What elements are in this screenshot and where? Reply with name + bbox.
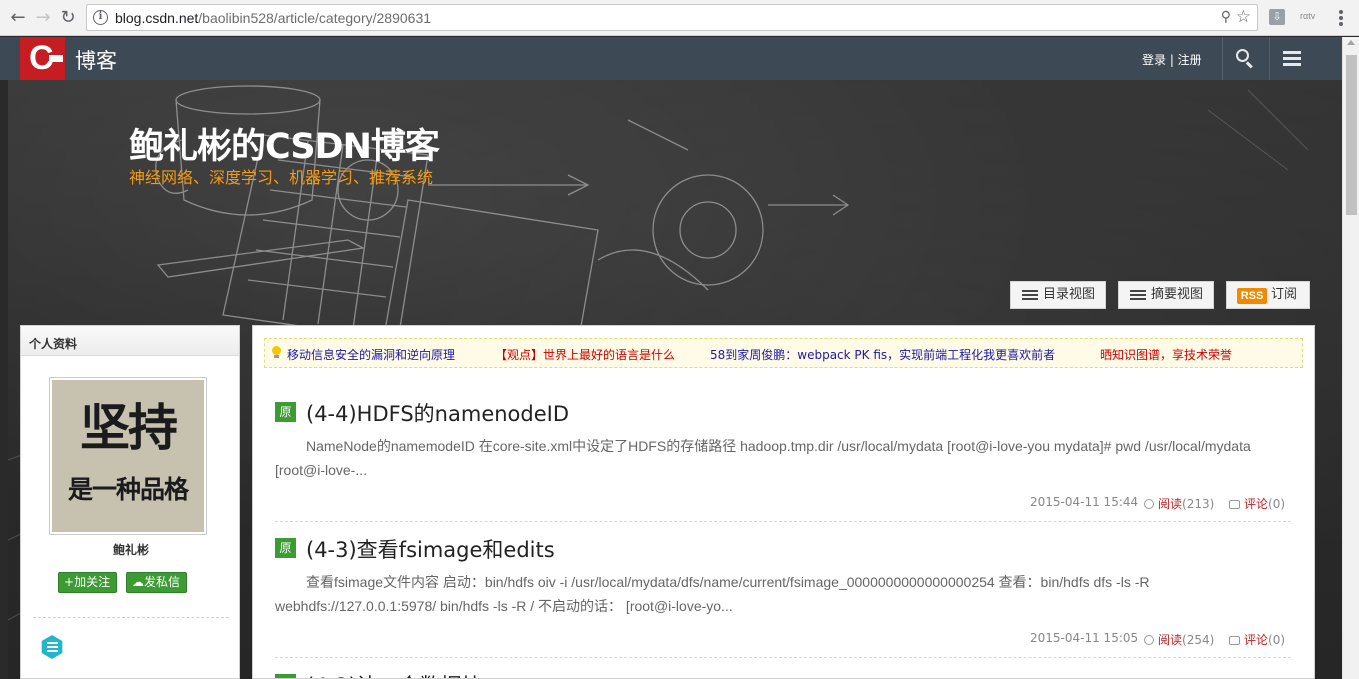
original-badge: 原 xyxy=(275,402,296,422)
news-ticker: 移动信息安全的漏洞和逆向原理 【观点】世界上最好的语言是什么 58到家周俊鹏：w… xyxy=(264,338,1303,368)
original-badge: 原 xyxy=(275,674,296,678)
extension-rtv-icon[interactable]: rαtv xyxy=(1300,11,1315,21)
summary-view-button[interactable]: 摘要视图 xyxy=(1118,281,1214,309)
magnifier-icon xyxy=(1144,635,1154,645)
lightbulb-icon xyxy=(271,346,282,359)
browser-menu-icon[interactable] xyxy=(1331,8,1351,28)
reload-button[interactable]: ↻ xyxy=(56,6,80,30)
profile-panel-title: 个人资料 xyxy=(21,326,239,356)
scrollbar-thumb[interactable] xyxy=(1346,55,1357,215)
divider xyxy=(33,617,229,618)
magnifier-icon xyxy=(1144,499,1154,509)
chat-icon: ☁ xyxy=(132,575,144,589)
url-host: blog.csdn.net xyxy=(115,10,199,26)
comment-label: 评论 xyxy=(1244,497,1269,511)
read-count: (254) xyxy=(1182,633,1215,647)
article-summary: NameNode的namemodeID 在core-site.xml中设定了HD… xyxy=(275,438,1251,478)
blog-brand-link[interactable]: 博客 xyxy=(75,45,117,75)
menu-icon[interactable] xyxy=(1283,51,1301,66)
ticker-link-2[interactable]: 【观点】世界上最好的语言是什么 xyxy=(495,346,675,363)
browser-toolbar: ← → ↻ i blog.csdn.net/baolibin528/articl… xyxy=(0,0,1359,36)
article-title[interactable]: (4-3)查看fsimage和edits xyxy=(306,534,555,564)
back-button[interactable]: ← xyxy=(6,6,30,30)
article-summary: 查看fsimage文件内容 启动：bin/hdfs oiv -i /usr/lo… xyxy=(275,574,1150,614)
extension-download-icon[interactable]: ⇩ xyxy=(1269,9,1285,25)
read-label: 阅读 xyxy=(1158,633,1183,647)
article-item: 原 (4-2)让一个数据块 xyxy=(275,670,1291,678)
ticker-link-1[interactable]: 移动信息安全的漏洞和逆向原理 xyxy=(287,346,455,363)
article-title[interactable]: (4-2)让一个数据块 xyxy=(306,670,483,678)
ticker-link-4[interactable]: 晒知识图谱，享技术荣誉 xyxy=(1100,346,1232,363)
login-register-link[interactable]: 登录 | 注册 xyxy=(1142,51,1202,68)
avatar[interactable]: 坚持 是一种品格 xyxy=(49,377,207,535)
csdn-topbar: C 博客 登录 | 注册 xyxy=(0,37,1342,80)
catalog-view-label: 目录视图 xyxy=(1043,287,1096,302)
message-button[interactable]: ☁发私信 xyxy=(126,572,188,593)
list-icon xyxy=(1022,290,1038,302)
avatar-text-small: 是一种品格 xyxy=(67,475,189,504)
plus-icon: + xyxy=(64,575,75,589)
read-count-link[interactable]: 阅读(213) xyxy=(1144,495,1214,512)
zoom-icon[interactable]: ⚲ xyxy=(1221,9,1231,25)
csdn-logo[interactable]: C xyxy=(20,37,65,80)
bookmark-star-icon[interactable]: ☆ xyxy=(1236,7,1251,27)
article-date: 2015-04-11 15:05 xyxy=(1030,631,1139,645)
follow-button[interactable]: +加关注 xyxy=(58,572,118,593)
ticker-link-3[interactable]: 58到家周俊鹏：webpack PK fis，实现前端工程化我更喜欢前者 xyxy=(710,346,1055,363)
scroll-up-arrow-icon[interactable] xyxy=(1347,40,1355,45)
read-count-link[interactable]: 阅读(254) xyxy=(1144,631,1214,648)
read-label: 阅读 xyxy=(1158,497,1183,511)
article-title[interactable]: (4-4)HDFS的namenodeID xyxy=(306,398,569,428)
follow-label: 加关注 xyxy=(74,575,111,589)
search-icon[interactable] xyxy=(1236,49,1254,69)
article-date: 2015-04-11 15:44 xyxy=(1030,495,1139,509)
message-label: 发私信 xyxy=(144,575,181,589)
blog-subtitle: 神经网络、深度学习、机器学习、推荐系统 xyxy=(129,168,434,187)
comment-icon xyxy=(1229,636,1240,645)
blog-stats-icon[interactable] xyxy=(41,635,63,659)
article-item: 原 (4-4)HDFS的namenodeID NameNode的namemode… xyxy=(275,398,1291,522)
comment-count: (0) xyxy=(1268,497,1286,511)
article-item: 原 (4-3)查看fsimage和edits 查看fsimage文件内容 启动：… xyxy=(275,534,1291,658)
page-scrollbar[interactable] xyxy=(1342,37,1359,679)
comment-label: 评论 xyxy=(1244,633,1269,647)
url-path: /baolibin528/article/category/2890631 xyxy=(198,10,432,26)
username[interactable]: 鲍礼彬 xyxy=(21,541,241,558)
read-count: (213) xyxy=(1182,497,1215,511)
article-list-panel: 移动信息安全的漏洞和逆向原理 【观点】世界上最好的语言是什么 58到家周俊鹏：w… xyxy=(252,325,1315,679)
address-bar[interactable]: i blog.csdn.net/baolibin528/article/cate… xyxy=(86,4,1258,31)
avatar-text-big: 坚持 xyxy=(80,399,178,457)
catalog-view-button[interactable]: 目录视图 xyxy=(1010,281,1106,309)
blog-title[interactable]: 鲍礼彬的CSDN博客 xyxy=(129,118,440,169)
summary-view-label: 摘要视图 xyxy=(1151,287,1204,302)
list-icon xyxy=(1130,290,1146,302)
comment-count: (0) xyxy=(1268,633,1286,647)
comment-icon xyxy=(1229,500,1240,509)
rss-subscribe-button[interactable]: RSS 订阅 xyxy=(1226,281,1310,309)
comment-count-link[interactable]: 评论(0) xyxy=(1229,495,1285,512)
forward-button[interactable]: → xyxy=(31,6,55,30)
url-text[interactable]: blog.csdn.net/baolibin528/article/catego… xyxy=(115,10,431,26)
subscribe-label: 订阅 xyxy=(1271,287,1298,302)
rss-icon: RSS xyxy=(1237,288,1267,304)
profile-panel: 个人资料 坚持 是一种品格 鲍礼彬 +加关注 ☁发私信 xyxy=(20,325,240,679)
original-badge: 原 xyxy=(275,538,296,558)
comment-count-link[interactable]: 评论(0) xyxy=(1229,631,1285,648)
info-icon[interactable]: i xyxy=(93,10,108,25)
